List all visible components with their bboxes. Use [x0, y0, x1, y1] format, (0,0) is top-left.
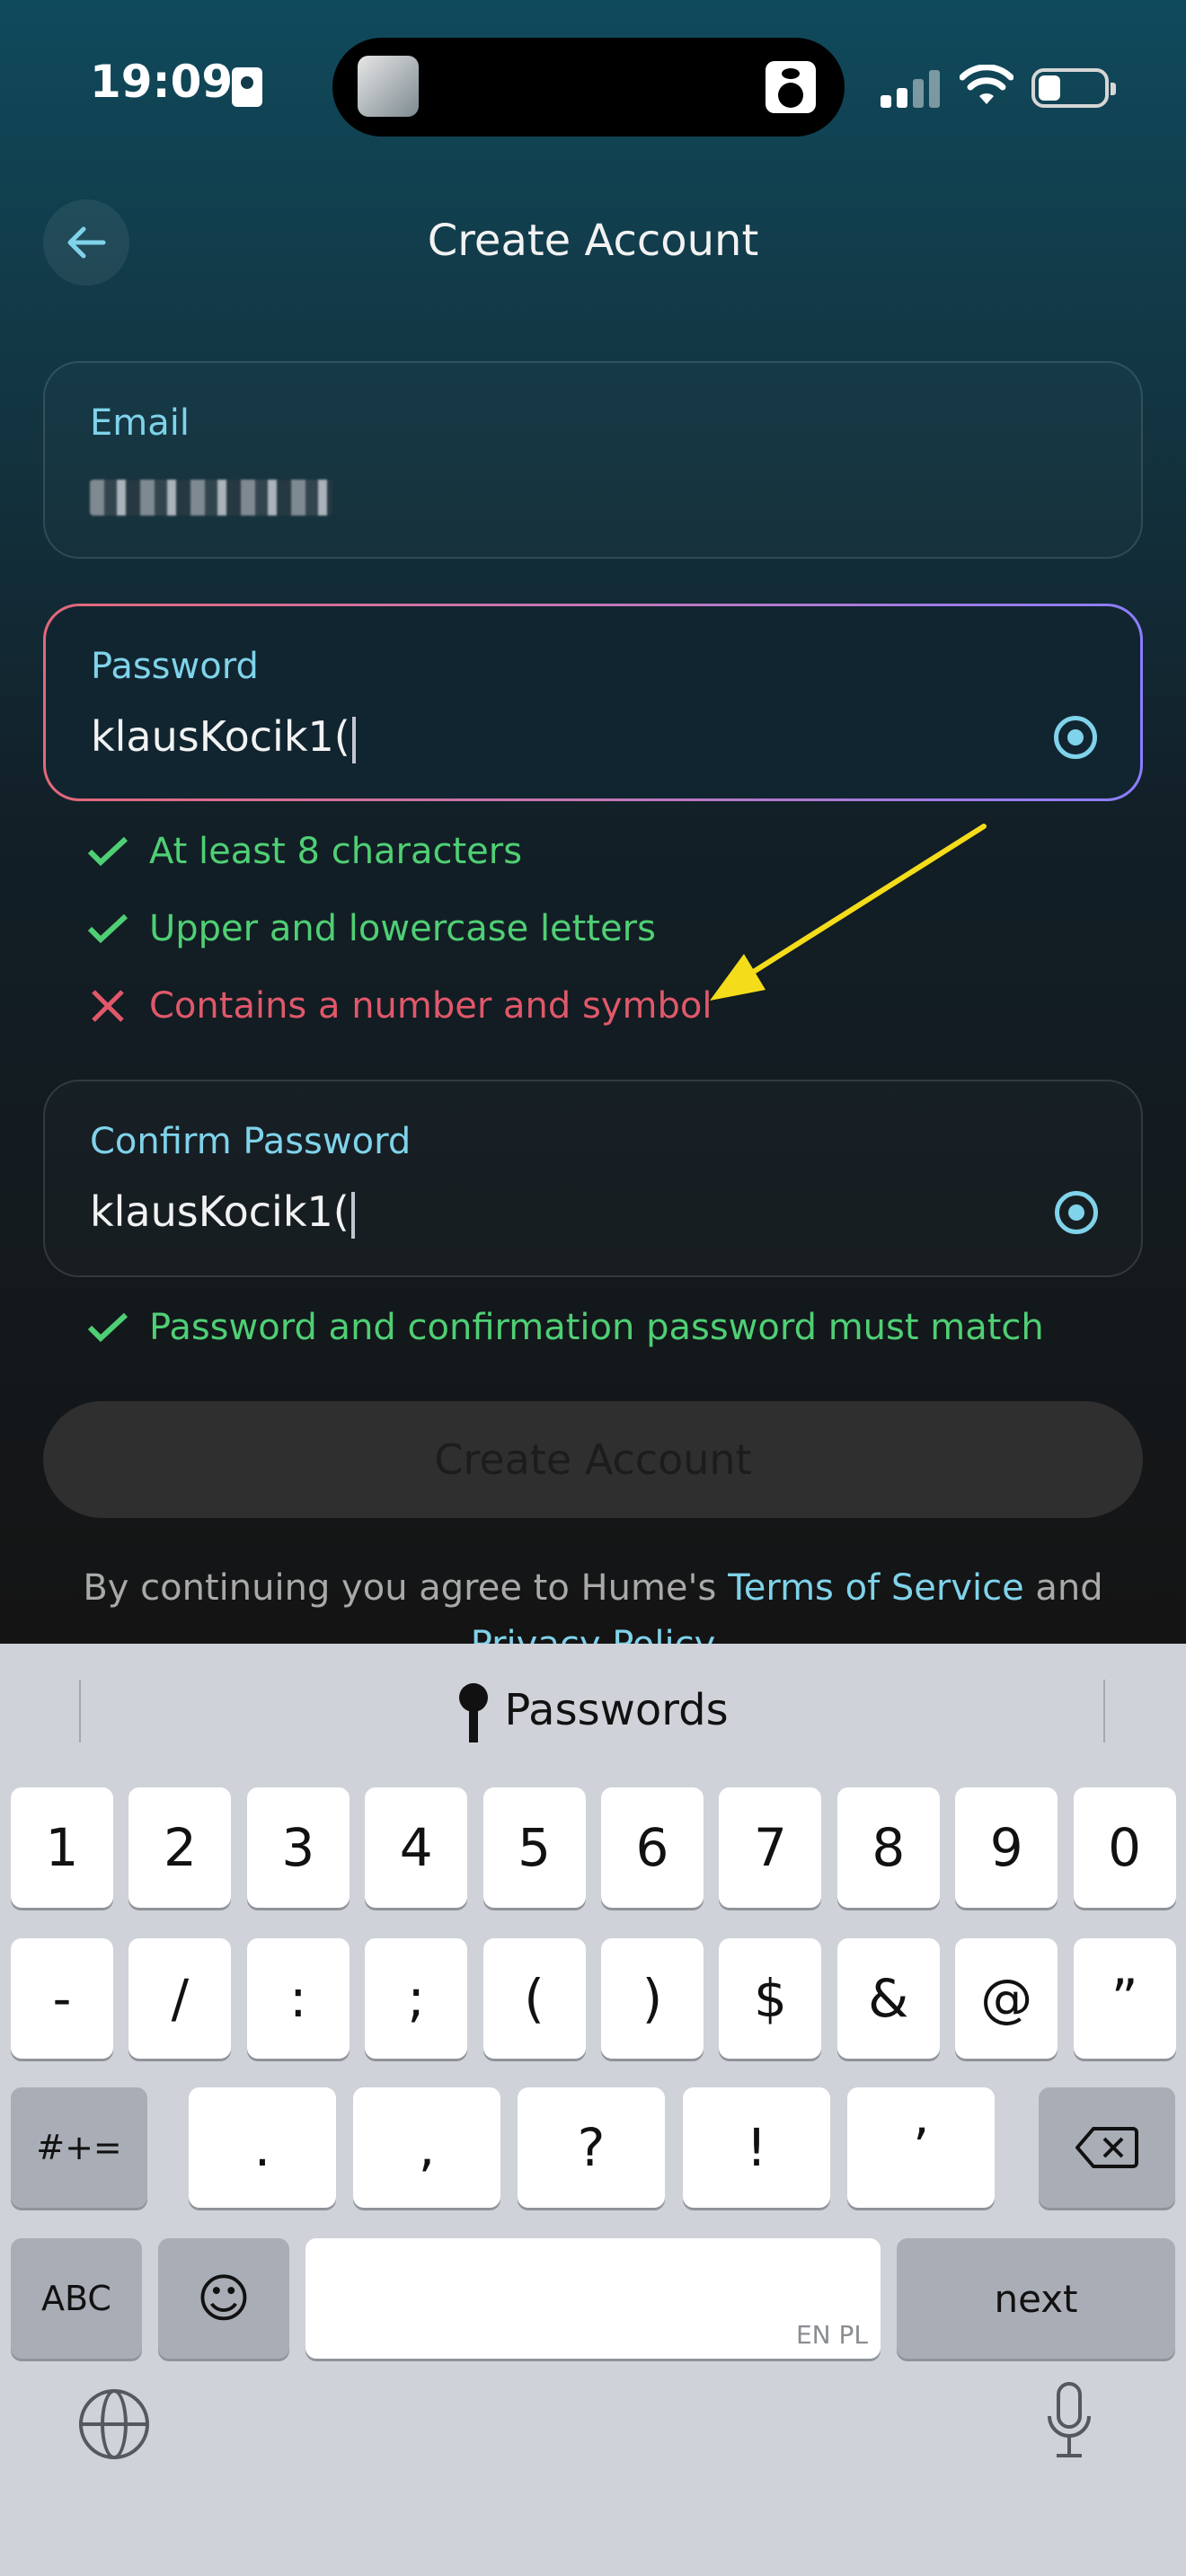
emoji-icon: ☺: [196, 2268, 252, 2329]
check-icon: [87, 1312, 128, 1343]
annotation-arrow-icon: [710, 824, 987, 1001]
terms-and: and: [1023, 1567, 1103, 1609]
key[interactable]: 6: [601, 1787, 704, 1908]
show-password-eye-icon[interactable]: [1054, 716, 1097, 759]
key[interactable]: $: [719, 1938, 822, 2059]
now-playing-thumbnail: [358, 56, 419, 117]
key[interactable]: ): [601, 1938, 704, 2059]
key[interactable]: 7: [719, 1787, 822, 1908]
key[interactable]: !: [683, 2087, 830, 2208]
confirm-password-text: klausKocik1(: [90, 1187, 350, 1236]
rule-text: At least 8 characters: [149, 831, 523, 872]
key-icon: [457, 1683, 490, 1742]
rule-passwords-match: Password and confirmation password must …: [86, 1307, 1044, 1348]
create-account-screen: 19:09 Create Account Email Password klau…: [0, 0, 1186, 1644]
key[interactable]: ’: [847, 2087, 995, 2208]
battery-icon: [1031, 68, 1116, 108]
rule-number-symbol: Contains a number and symbol: [86, 985, 712, 1027]
key[interactable]: 4: [365, 1787, 468, 1908]
next-key[interactable]: next: [897, 2238, 1175, 2359]
terms-text: By continuing you agree to Hume's Terms …: [0, 1567, 1186, 1609]
key[interactable]: 8: [836, 1787, 940, 1908]
key[interactable]: ;: [365, 1938, 468, 2059]
text-cursor: [351, 716, 356, 763]
key[interactable]: .: [189, 2087, 336, 2208]
key[interactable]: &: [836, 1938, 940, 2059]
passwords-label: Passwords: [504, 1685, 729, 1735]
backspace-icon: [1075, 2127, 1138, 2168]
email-value-redacted: [90, 480, 332, 516]
key[interactable]: (: [482, 1938, 586, 2059]
key[interactable]: 0: [1073, 1787, 1176, 1908]
page-title: Create Account: [427, 216, 759, 266]
key[interactable]: @: [955, 1938, 1058, 2059]
rule-text: Upper and lowercase letters: [149, 908, 656, 949]
check-icon: [87, 836, 128, 867]
terms-of-service-link[interactable]: Terms of Service: [728, 1567, 1024, 1609]
password-value: klausKocik1(: [91, 712, 356, 763]
keyboard-suggestion-bar: Passwords: [0, 1644, 1186, 1777]
key[interactable]: /: [128, 1938, 232, 2059]
key[interactable]: 5: [482, 1787, 586, 1908]
confirm-password-label: Confirm Password: [90, 1121, 412, 1162]
password-field[interactable]: Password klausKocik1(: [43, 604, 1143, 801]
status-time: 19:09: [90, 56, 234, 108]
key[interactable]: 2: [128, 1787, 232, 1908]
email-label: Email: [90, 402, 190, 444]
wifi-icon: [960, 65, 1013, 104]
emoji-key[interactable]: ☺: [158, 2238, 289, 2359]
symbols-key[interactable]: #+=: [11, 2087, 147, 2208]
microphone-icon[interactable]: [1044, 2380, 1094, 2466]
rule-text: Contains a number and symbol: [149, 985, 712, 1027]
privacy-policy-link[interactable]: Privacy Policy: [0, 1624, 1186, 1644]
key[interactable]: 1: [11, 1787, 113, 1908]
email-field[interactable]: Email: [43, 361, 1143, 559]
text-cursor: [350, 1191, 355, 1239]
passwords-autofill-button[interactable]: Passwords: [0, 1683, 1186, 1742]
delete-key[interactable]: [1039, 2087, 1175, 2208]
globe-icon[interactable]: [79, 2389, 149, 2459]
rule-min-length: At least 8 characters: [86, 831, 522, 872]
rule-text: Password and confirmation password must …: [149, 1307, 1044, 1348]
password-text: klausKocik1(: [91, 712, 350, 761]
show-confirm-password-eye-icon[interactable]: [1055, 1191, 1098, 1234]
key[interactable]: ?: [518, 2087, 665, 2208]
language-tag: EN PL: [795, 2320, 868, 2350]
key[interactable]: 3: [246, 1787, 350, 1908]
password-label: Password: [91, 646, 259, 687]
confirm-password-value: klausKocik1(: [90, 1187, 355, 1239]
key[interactable]: ,: [353, 2087, 500, 2208]
cellular-signal-icon: [881, 66, 943, 108]
rule-case: Upper and lowercase letters: [86, 908, 656, 949]
terms-prefix: By continuing you agree to Hume's: [83, 1567, 729, 1609]
contact-card-icon: [232, 67, 262, 107]
dynamic-island[interactable]: [332, 38, 845, 137]
abc-key[interactable]: ABC: [11, 2238, 142, 2359]
confirm-password-field[interactable]: Confirm Password klausKocik1(: [43, 1080, 1143, 1277]
speaker-icon: [766, 61, 816, 113]
cross-icon: [92, 990, 124, 1022]
key[interactable]: :: [246, 1938, 350, 2059]
space-key[interactable]: EN PL: [305, 2238, 881, 2359]
key[interactable]: ”: [1073, 1938, 1176, 2059]
key[interactable]: -: [11, 1938, 113, 2059]
key[interactable]: 9: [955, 1787, 1058, 1908]
check-icon: [87, 913, 128, 944]
create-account-button[interactable]: Create Account: [43, 1401, 1143, 1518]
